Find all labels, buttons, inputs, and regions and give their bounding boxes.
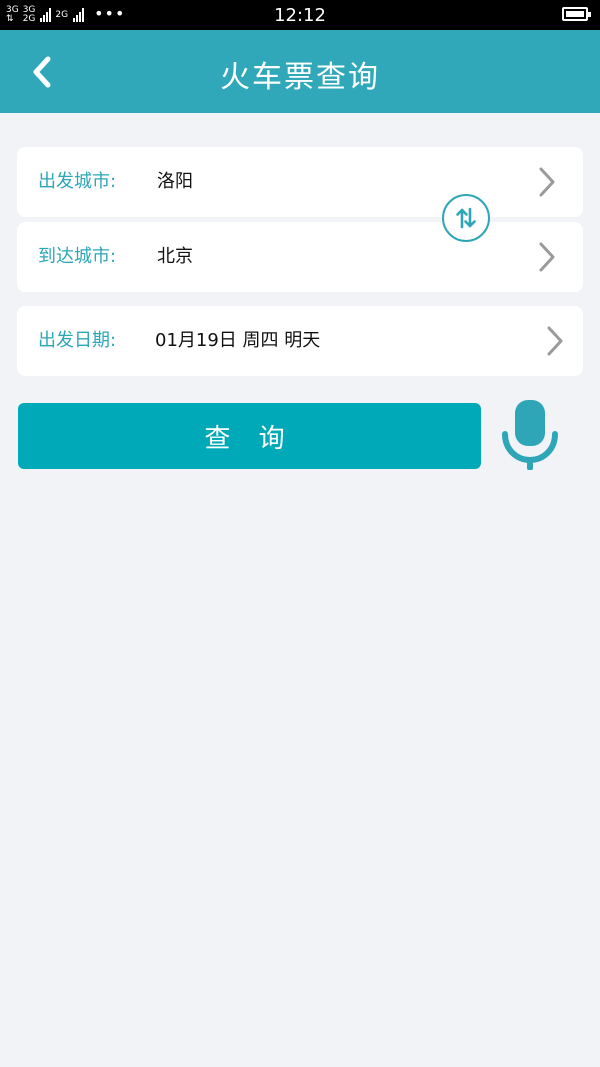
departure-date-label: 出发日期: <box>38 330 117 351</box>
from-city-value: 洛阳 <box>157 171 193 192</box>
from-city-label: 出发城市: <box>38 171 117 192</box>
to-city-row[interactable]: 到达城市: 北京 <box>17 222 583 292</box>
microphone-icon <box>502 400 558 471</box>
chevron-right-icon <box>539 167 555 197</box>
battery-icon <box>562 7 591 21</box>
departure-date-row[interactable]: 出发日期: 01月19日 周四 明天 <box>17 306 583 376</box>
voice-search-button[interactable] <box>500 398 560 471</box>
status-bar: 3G ⇅ 3G 2G 2G ••• 12:12 <box>0 0 600 30</box>
chevron-right-icon <box>539 242 555 272</box>
nav-bar: 火车票查询 <box>0 30 600 113</box>
swap-vertical-icon <box>456 207 476 229</box>
search-button[interactable]: 查 询 <box>18 403 481 469</box>
page-title: 火车票查询 <box>220 60 380 95</box>
from-city-row[interactable]: 出发城市: 洛阳 <box>17 147 583 217</box>
status-time: 12:12 <box>274 5 326 26</box>
chevron-right-icon <box>547 326 563 356</box>
swap-cities-button[interactable] <box>442 194 490 242</box>
to-city-label: 到达城市: <box>38 246 117 267</box>
to-city-value: 北京 <box>157 246 193 267</box>
departure-date-value: 01月19日 周四 明天 <box>155 330 321 351</box>
